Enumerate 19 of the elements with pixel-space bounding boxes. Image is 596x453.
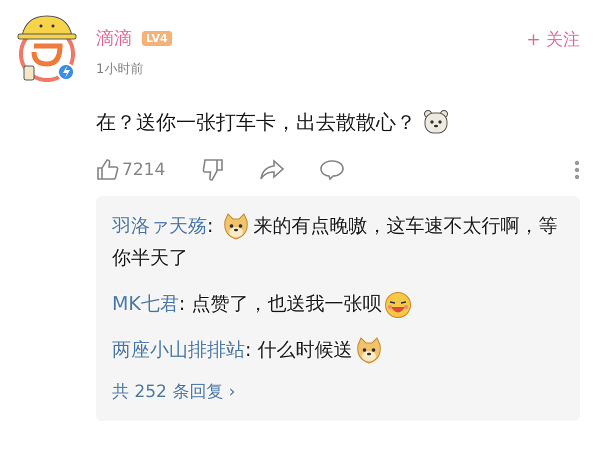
level-badge: LV4 bbox=[142, 30, 172, 46]
doge-emoji-icon bbox=[355, 336, 384, 365]
reply-text: 羽洛ァ天殇: 来的有点晚嗷，这车速不太行啊，等你半天了 bbox=[112, 210, 564, 274]
comment-bubble-icon[interactable] bbox=[319, 158, 346, 182]
thumbs-up-icon[interactable] bbox=[96, 158, 120, 182]
follow-button[interactable]: + 关注 bbox=[526, 28, 580, 51]
view-replies-link[interactable]: 共 252 条回复 › bbox=[112, 382, 236, 402]
like-count: 7214 bbox=[122, 160, 166, 180]
reply-text: MK七君: 点赞了，也送我一张呗 bbox=[112, 288, 564, 320]
laughing-face-emoji-icon bbox=[384, 290, 412, 319]
bear-face-emoji-icon bbox=[422, 108, 450, 136]
share-arrow-icon[interactable] bbox=[259, 158, 286, 182]
doge-emoji-icon bbox=[222, 212, 250, 241]
author-name[interactable]: 滴滴 bbox=[96, 26, 132, 50]
post-time: 1小时前 bbox=[96, 61, 144, 78]
reply-text: 两座小山排排站: 什么时候送 bbox=[112, 334, 564, 366]
comment-text: 在？送你一张打车卡，出去散散心？ bbox=[96, 108, 580, 136]
more-options-icon[interactable] bbox=[574, 160, 580, 180]
thumbs-down-icon[interactable] bbox=[201, 158, 226, 182]
